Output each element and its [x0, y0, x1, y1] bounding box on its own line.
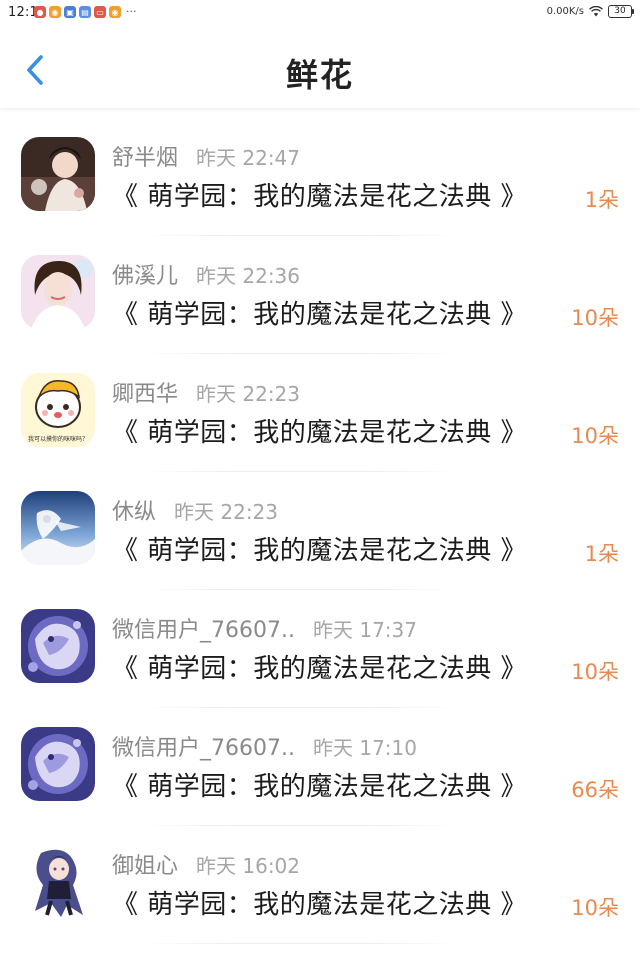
avatar[interactable] [21, 727, 95, 801]
flower-count: 10朵 [571, 660, 619, 684]
red-app-icon: ▭ [94, 6, 106, 18]
more-notifications-indicator: ··· [126, 5, 137, 18]
sender-line: 佛溪儿 昨天 22:36 [112, 258, 300, 290]
sender-line: 卿西华 昨天 22:23 [112, 376, 300, 408]
avatar-sticker-text: 我可以摸你的咪咪吗？ [28, 435, 88, 443]
notification-icons: ● ◉ ▣ ▤ ▭ ◉ ··· [34, 6, 137, 18]
sender-name: 佛溪儿 [112, 264, 179, 289]
avatar[interactable] [21, 609, 95, 683]
battery-indicator: 30 [608, 5, 634, 18]
sent-time: 昨天 22:23 [174, 500, 279, 524]
avatar[interactable]: 我可以摸你的咪咪吗？ [21, 373, 95, 447]
weibo-icon-2: ◉ [109, 6, 121, 18]
sent-time: 昨天 22:23 [196, 382, 301, 406]
sent-time: 昨天 22:47 [196, 146, 301, 170]
sender-name: 休纵 [112, 500, 157, 525]
book-title: 《 萌学园：我的魔法是花之法典 》 [112, 654, 528, 684]
gift-list-item[interactable]: 佛溪儿 昨天 22:36 《 萌学园：我的魔法是花之法典 》 10朵 [0, 236, 640, 354]
book-title: 《 萌学园：我的魔法是花之法典 》 [112, 418, 528, 448]
gift-list-item[interactable]: 休纵 昨天 22:23 《 萌学园：我的魔法是花之法典 》 1朵 [0, 472, 640, 590]
avatar[interactable] [21, 845, 95, 919]
sender-line: 微信用户_76607.. 昨天 17:10 [112, 730, 417, 762]
book-title: 《 萌学园：我的魔法是花之法典 》 [112, 890, 528, 920]
sender-name: 舒半烟 [112, 146, 179, 171]
flower-count: 10朵 [571, 306, 619, 330]
divider [140, 943, 460, 944]
gift-list-item[interactable]: 御姐心 昨天 16:02 《 萌学园：我的魔法是花之法典 》 10朵 [0, 826, 640, 944]
sender-line: 舒半烟 昨天 22:47 [112, 140, 300, 172]
book-title: 《 萌学园：我的魔法是花之法典 》 [112, 300, 528, 330]
network-speed: 0.00K/s [546, 6, 584, 17]
flower-gift-list: 舒半烟 昨天 22:47 《 萌学园：我的魔法是花之法典 》 1朵 佛溪儿 昨天… [0, 118, 640, 944]
sent-time: 昨天 22:36 [196, 264, 301, 288]
avatar[interactable] [21, 491, 95, 565]
sender-name: 卿西华 [112, 382, 179, 407]
sender-name: 微信用户_76607.. [112, 618, 295, 643]
flower-count: 1朵 [584, 188, 619, 212]
book-title: 《 萌学园：我的魔法是花之法典 》 [112, 182, 528, 212]
flower-count: 66朵 [571, 778, 619, 802]
blue-app-icon: ▣ [64, 6, 76, 18]
sender-line: 御姐心 昨天 16:02 [112, 848, 300, 880]
header-bar: 鲜花 [0, 26, 640, 108]
sent-time: 昨天 17:10 [312, 736, 417, 760]
sender-name: 御姐心 [112, 854, 179, 879]
avatar[interactable] [21, 137, 95, 211]
sent-time: 昨天 16:02 [196, 854, 301, 878]
sent-time: 昨天 17:37 [312, 618, 417, 642]
flower-count: 1朵 [584, 542, 619, 566]
book-title: 《 萌学园：我的魔法是花之法典 》 [112, 536, 528, 566]
sender-line: 休纵 昨天 22:23 [112, 494, 278, 526]
wifi-icon [589, 6, 603, 17]
sender-line: 微信用户_76607.. 昨天 17:37 [112, 612, 417, 644]
status-right: 0.00K/s 30 [546, 5, 634, 18]
gift-list-item[interactable]: 我可以摸你的咪咪吗？ 卿西华 昨天 22:23 《 萌学园：我的魔法是花之法典 … [0, 354, 640, 472]
status-bar: 12:10 ● ◉ ▣ ▤ ▭ ◉ ··· 0.00K/s 30 [0, 0, 640, 26]
page-title: 鲜花 [285, 56, 354, 94]
weibo-icon: ◉ [49, 6, 61, 18]
gift-list-item[interactable]: 舒半烟 昨天 22:47 《 萌学园：我的魔法是花之法典 》 1朵 [0, 118, 640, 236]
book-title: 《 萌学园：我的魔法是花之法典 》 [112, 772, 528, 802]
facetime-app-icon: ▤ [79, 6, 91, 18]
app-notification-icon: ● [34, 6, 46, 18]
avatar[interactable] [21, 255, 95, 329]
flower-count: 10朵 [571, 424, 619, 448]
gift-list-item[interactable]: 微信用户_76607.. 昨天 17:37 《 萌学园：我的魔法是花之法典 》 … [0, 590, 640, 708]
sender-name: 微信用户_76607.. [112, 736, 295, 761]
gift-list-item[interactable]: 微信用户_76607.. 昨天 17:10 《 萌学园：我的魔法是花之法典 》 … [0, 708, 640, 826]
flower-count: 10朵 [571, 896, 619, 920]
